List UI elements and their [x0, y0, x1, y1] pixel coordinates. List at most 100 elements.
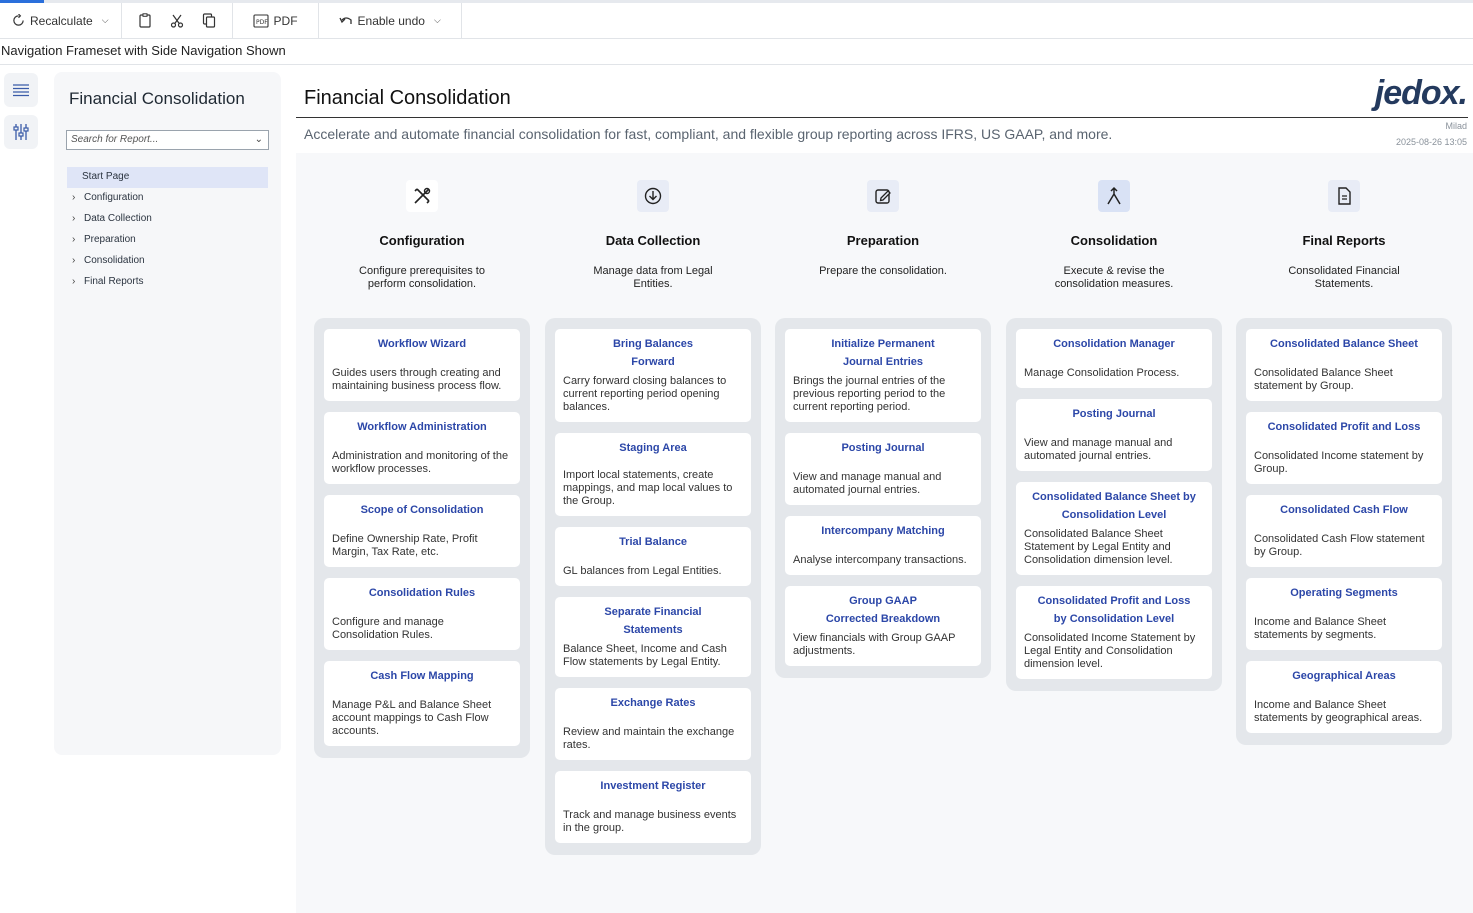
window-title: Navigation Frameset with Side Navigation…: [0, 39, 1473, 65]
card-title[interactable]: Staging Area: [563, 439, 743, 457]
card-title[interactable]: Exchange Rates: [563, 694, 743, 712]
card-exchange-rates[interactable]: Exchange Rates Review and maintain the ex…: [555, 688, 751, 760]
card-consolidated-profit-loss-by-level[interactable]: Consolidated Profit and Loss by Consolid…: [1016, 586, 1212, 679]
recalculate-button[interactable]: Recalculate ⌵: [10, 12, 111, 30]
card-trial-balance[interactable]: Trial Balance GL balances from Legal Enti…: [555, 527, 751, 586]
card-title[interactable]: Posting Journal: [1024, 405, 1204, 423]
card-panel: Consolidated Balance Sheet Consolidated B…: [1236, 318, 1452, 745]
chevron-right-icon[interactable]: ›: [72, 188, 75, 208]
card-consolidated-cash-flow[interactable]: Consolidated Cash Flow Consolidated Cash …: [1246, 495, 1442, 567]
chevron-right-icon[interactable]: ›: [72, 230, 75, 250]
card-title[interactable]: Consolidated Profit and Loss by Consolid…: [1024, 592, 1204, 628]
title-divider: [296, 117, 1468, 118]
card-investment-register[interactable]: Investment Register Track and manage busi…: [555, 771, 751, 843]
nav-item-start-page[interactable]: Start Page: [67, 167, 268, 188]
card-title[interactable]: Consolidated Balance Sheet: [1254, 335, 1434, 353]
card-title[interactable]: Consolidated Profit and Loss: [1254, 418, 1434, 436]
card-title[interactable]: Workflow Administration: [332, 418, 512, 436]
column-description: Manage data from Legal Entities.: [593, 265, 713, 290]
card-group-gaap-corrected-breakdown[interactable]: Group GAAP Corrected Breakdown View finan…: [785, 586, 981, 666]
card-consolidation-rules[interactable]: Consolidation Rules Configure and manage …: [324, 578, 520, 650]
nav-item-data-collection[interactable]: › Data Collection: [67, 209, 268, 230]
card-panel: Workflow Wizard Guides users through crea…: [314, 318, 530, 758]
column-title: Consolidation: [1070, 233, 1158, 248]
nav-item-configuration[interactable]: › Configuration: [67, 188, 268, 209]
column-description: Consolidated Financial Statements.: [1288, 265, 1400, 290]
card-separate-financial-statements[interactable]: Separate Financial Statements Balance She…: [555, 597, 751, 677]
card-title[interactable]: Consolidated Balance Sheet by Consolidat…: [1024, 488, 1204, 524]
nav-item-consolidation[interactable]: › Consolidation: [67, 251, 268, 272]
chevron-right-icon[interactable]: ›: [72, 272, 75, 292]
card-title[interactable]: Investment Register: [563, 777, 743, 795]
copy-button[interactable]: [200, 11, 218, 30]
paste-button[interactable]: [136, 11, 154, 30]
edit-icon: [867, 180, 899, 212]
card-title[interactable]: Initialize Permanent Journal Entries: [793, 335, 973, 371]
card-scope-of-consolidation[interactable]: Scope of Consolidation Define Ownership R…: [324, 495, 520, 567]
card-posting-journal[interactable]: Posting Journal View and manage manual an…: [785, 433, 981, 505]
card-consolidated-balance-sheet-by-level[interactable]: Consolidated Balance Sheet by Consolidat…: [1016, 482, 1212, 575]
column-description: Configure prerequisites to perform conso…: [359, 265, 485, 290]
card-cash-flow-mapping[interactable]: Cash Flow Mapping Manage P&L and Balance …: [324, 661, 520, 746]
hamburger-icon: [13, 84, 29, 97]
card-consolidated-profit-and-loss[interactable]: Consolidated Profit and Loss Consolidated…: [1246, 412, 1442, 484]
card-description: View and manage manual and automated jou…: [1024, 437, 1173, 462]
card-title[interactable]: Trial Balance: [563, 533, 743, 551]
nav-item-label: Consolidation: [84, 255, 145, 266]
main-content: Financial Consolidation jedox. Accelerat…: [296, 72, 1473, 913]
card-description: Analyse intercompany transactions.: [793, 554, 967, 566]
card-title[interactable]: Intercompany Matching: [793, 522, 973, 540]
card-geographical-areas[interactable]: Geographical Areas Income and Balance She…: [1246, 661, 1442, 733]
card-title[interactable]: Consolidated Cash Flow: [1254, 501, 1434, 519]
card-title[interactable]: Consolidation Rules: [332, 584, 512, 602]
card-operating-segments[interactable]: Operating Segments Income and Balance She…: [1246, 578, 1442, 650]
nav-item-final-reports[interactable]: › Final Reports: [67, 272, 268, 293]
chevron-down-icon[interactable]: ⌵: [102, 15, 109, 26]
jedox-logo: jedox.: [1374, 74, 1468, 112]
settings-button[interactable]: [4, 115, 38, 149]
pdf-button[interactable]: PDF PDF: [251, 12, 300, 30]
card-description: Review and maintain the exchange rates.: [563, 726, 735, 751]
sidenav-title: Financial Consolidation: [69, 89, 245, 108]
search-report-dropdown[interactable]: Search for Report... ⌄: [66, 130, 269, 150]
cut-button[interactable]: [168, 12, 186, 30]
sliders-icon: [13, 124, 29, 140]
card-title[interactable]: Bring Balances Forward: [563, 335, 743, 371]
card-staging-area[interactable]: Staging Area Import local statements, cre…: [555, 433, 751, 516]
pdf-label: PDF: [273, 13, 298, 28]
search-placeholder: Search for Report...: [71, 134, 159, 145]
card-posting-journal[interactable]: Posting Journal View and manage manual an…: [1016, 399, 1212, 471]
card-description: Track and manage business events in the …: [563, 809, 737, 834]
card-title[interactable]: Separate Financial Statements: [563, 603, 743, 639]
card-bring-balances-forward[interactable]: Bring Balances Forward Carry forward clos…: [555, 329, 751, 422]
card-description: Income and Balance Sheet statements by g…: [1254, 699, 1423, 724]
chevron-down-icon[interactable]: ⌵: [434, 15, 441, 26]
card-consolidated-balance-sheet[interactable]: Consolidated Balance Sheet Consolidated B…: [1246, 329, 1442, 401]
card-description: GL balances from Legal Entities.: [563, 565, 722, 577]
chevron-right-icon[interactable]: ›: [72, 209, 75, 229]
card-title[interactable]: Geographical Areas: [1254, 667, 1434, 685]
user-name: Milad: [1445, 121, 1467, 131]
card-workflow-administration[interactable]: Workflow Administration Administration an…: [324, 412, 520, 484]
nav-item-preparation[interactable]: › Preparation: [67, 230, 268, 251]
card-workflow-wizard[interactable]: Workflow Wizard Guides users through crea…: [324, 329, 520, 401]
card-intercompany-matching[interactable]: Intercompany Matching Analyse intercompan…: [785, 516, 981, 575]
recalculate-icon: [12, 14, 25, 27]
card-title[interactable]: Operating Segments: [1254, 584, 1434, 602]
nav-item-label: Configuration: [84, 192, 144, 203]
card-title[interactable]: Consolidation Manager: [1024, 335, 1204, 353]
card-title[interactable]: Scope of Consolidation: [332, 501, 512, 519]
card-title[interactable]: Group GAAP Corrected Breakdown: [793, 592, 973, 628]
card-panel: Initialize Permanent Journal Entries Brin…: [775, 318, 991, 678]
chevron-right-icon[interactable]: ›: [72, 251, 75, 271]
card-description: Configure and manage Consolidation Rules…: [332, 616, 444, 641]
menu-button[interactable]: [4, 73, 38, 107]
card-title[interactable]: Cash Flow Mapping: [332, 667, 512, 685]
card-consolidation-manager[interactable]: Consolidation Manager Manage Consolidatio…: [1016, 329, 1212, 388]
card-description: Income and Balance Sheet statements by s…: [1254, 616, 1387, 641]
card-title[interactable]: Workflow Wizard: [332, 335, 512, 353]
card-initialize-permanent-journal-entries[interactable]: Initialize Permanent Journal Entries Brin…: [785, 329, 981, 422]
card-title[interactable]: Posting Journal: [793, 439, 973, 457]
enable-undo-button[interactable]: Enable undo ⌵: [337, 12, 443, 30]
card-description: Manage P&L and Balance Sheet account map…: [332, 699, 492, 737]
